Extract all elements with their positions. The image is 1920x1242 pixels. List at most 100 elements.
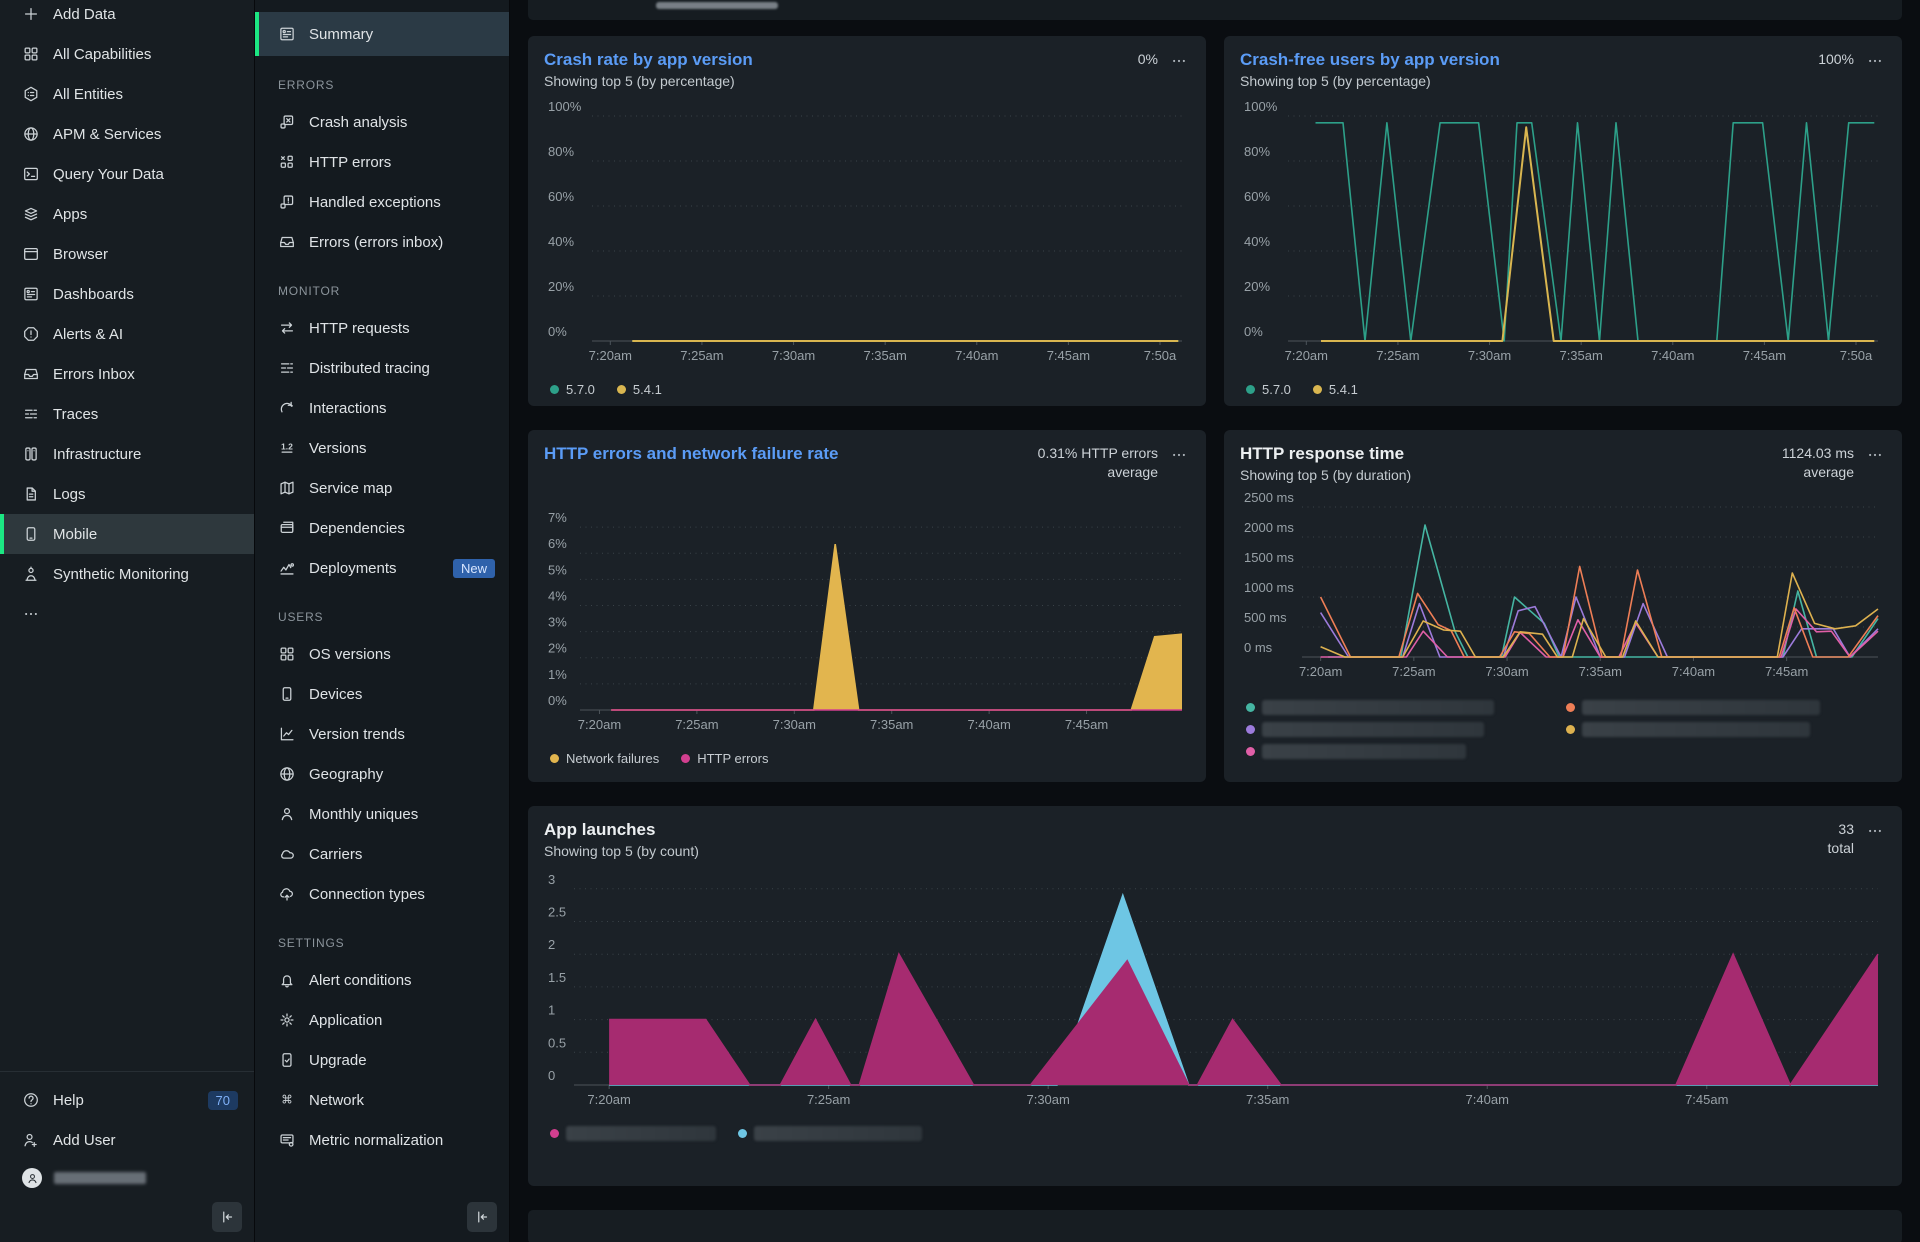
svg-text:7:20am: 7:20am <box>1299 664 1342 679</box>
legend-item[interactable]: 5.7.0 <box>550 382 595 397</box>
sidebar-item-errors-inbox[interactable]: Errors Inbox <box>0 354 254 394</box>
subnav-item-handled-exceptions[interactable]: Handled exceptions <box>255 182 509 222</box>
subnav-item-alert-conditions[interactable]: Alert conditions <box>255 960 509 1000</box>
subnav-section-settings: SETTINGS <box>278 936 345 950</box>
panel-title-crash-rate[interactable]: Crash rate by app version <box>544 50 753 70</box>
subnav-item-os-versions[interactable]: OS versions <box>255 634 509 674</box>
sidebar-item-logs[interactable]: Logs <box>0 474 254 514</box>
subnav-item-version-trends[interactable]: Version trends <box>255 714 509 754</box>
legend-item[interactable] <box>1246 744 1566 759</box>
upgrade-icon <box>278 1051 296 1069</box>
sidebar-item-add-data[interactable]: Add Data <box>0 0 254 34</box>
subnav-item-connection-types[interactable]: Connection types <box>255 874 509 914</box>
app-root: Add Data All Capabilities All Entities APM … <box>0 0 1920 1242</box>
chart-legend: Network failures HTTP errors <box>544 751 1190 766</box>
sidebar-item-traces[interactable]: Traces <box>0 394 254 434</box>
sidebar-item-dashboards[interactable]: Dashboards <box>0 274 254 314</box>
help-button[interactable]: Help 70 <box>0 1080 254 1120</box>
sidebar-item-synthetic-monitoring[interactable]: Synthetic Monitoring <box>0 554 254 594</box>
sidebar-item-label: Alerts & AI <box>53 325 124 343</box>
legend-item[interactable]: 5.4.1 <box>1312 382 1358 397</box>
panel-menu-button[interactable] <box>1864 444 1886 466</box>
subnav-item-http-errors[interactable]: HTTP errors <box>255 142 509 182</box>
svg-text:7:40am: 7:40am <box>955 348 998 363</box>
collapse-primary-sidebar-button[interactable] <box>212 1202 242 1232</box>
primary-sidebar: Add Data All Capabilities All Entities APM … <box>0 0 255 1242</box>
legend-dot <box>1566 703 1575 712</box>
sidebar-item-apm-services[interactable]: APM & Services <box>0 114 254 154</box>
legend-item[interactable]: 5.7.0 <box>1246 382 1291 397</box>
panel-menu-button[interactable] <box>1864 50 1886 72</box>
subnav-item-crash-analysis[interactable]: Crash analysis <box>255 102 509 142</box>
subnav-item-summary[interactable]: Summary <box>255 12 509 56</box>
robot-icon <box>22 565 40 583</box>
panel-header: App launches Showing top 5 (by count) 33 to… <box>544 820 1886 859</box>
sidebar-item-all-capabilities[interactable]: All Capabilities <box>0 34 254 74</box>
sidebar-item-apps[interactable]: Apps <box>0 194 254 234</box>
legend-item[interactable]: 5.4.1 <box>616 382 662 397</box>
traces-icon <box>22 405 40 423</box>
legend-item[interactable] <box>1566 700 1886 715</box>
subnav-item-label: Monthly uniques <box>309 805 419 823</box>
sidebar-item-label: Synthetic Monitoring <box>53 565 189 583</box>
subnav-item-versions[interactable]: 1.2 Versions <box>255 428 509 468</box>
subnav-item-deployments[interactable]: Deployments New <box>255 548 509 588</box>
sidebar-item-alerts-ai[interactable]: Alerts & AI <box>0 314 254 354</box>
chart-plot: 0% 20% 40% 60% 80% 100% 7:20am 7:25am 7:30am 7:35… <box>548 99 1182 363</box>
legend-item[interactable] <box>550 1126 716 1141</box>
legend-label: 5.4.1 <box>1328 382 1358 397</box>
legend-item[interactable] <box>738 1126 922 1141</box>
subnav-item-devices[interactable]: Devices <box>255 674 509 714</box>
legend-item[interactable] <box>1246 700 1566 715</box>
legend-dot <box>1246 385 1255 394</box>
legend-item[interactable] <box>1246 722 1566 737</box>
subnav-item-errors-errors-inbox[interactable]: Errors (errors inbox) <box>255 222 509 262</box>
panel-title-http-errors-rate[interactable]: HTTP errors and network failure rate <box>544 444 838 464</box>
sidebar-item-mobile[interactable]: Mobile <box>0 514 254 554</box>
legend-label-redacted <box>1262 744 1466 759</box>
panel-menu-button[interactable] <box>1168 50 1190 72</box>
sidebar-item-browser[interactable]: Browser <box>0 234 254 274</box>
svg-text:7:25am: 7:25am <box>675 717 718 732</box>
subnav-item-interactions[interactable]: Interactions <box>255 388 509 428</box>
plus-icon <box>22 5 40 23</box>
sidebar-item-query-your-data[interactable]: Query Your Data <box>0 154 254 194</box>
layers-icon <box>22 205 40 223</box>
interactions-icon <box>278 399 296 417</box>
collapse-secondary-sidebar-button[interactable] <box>467 1202 497 1232</box>
panel-menu-button[interactable] <box>1864 820 1886 842</box>
subnav-item-dependencies[interactable]: Dependencies <box>255 508 509 548</box>
subnav-item-metric-normalization[interactable]: Metric normalization <box>255 1120 509 1160</box>
sidebar-item-more[interactable] <box>0 594 254 634</box>
subnav-item-distributed-tracing[interactable]: Distributed tracing <box>255 348 509 388</box>
legend-dot <box>681 753 691 763</box>
svg-text:0.5: 0.5 <box>548 1035 566 1050</box>
legend-item[interactable]: HTTP errors <box>681 751 768 766</box>
panel-menu-button[interactable] <box>1168 444 1190 466</box>
legend-label: 5.4.1 <box>632 382 662 397</box>
panel-header-right: 33 total <box>1828 820 1886 858</box>
legend-item[interactable] <box>1566 722 1886 737</box>
sidebar-item-label: Add Data <box>53 5 116 23</box>
sidebar-item-infrastructure[interactable]: Infrastructure <box>0 434 254 474</box>
subnav-item-application[interactable]: Application <box>255 1000 509 1040</box>
person-icon <box>278 805 296 823</box>
subnav-item-monthly-uniques[interactable]: Monthly uniques <box>255 794 509 834</box>
entities-icon <box>22 85 40 103</box>
legend-item[interactable]: Network failures <box>550 751 659 766</box>
panel-title-crash-free[interactable]: Crash-free users by app version <box>1240 50 1500 70</box>
add-user-button[interactable]: Add User <box>0 1120 254 1160</box>
subnav-item-service-map[interactable]: Service map <box>255 468 509 508</box>
collapse-icon <box>473 1208 491 1226</box>
subnav-item-carriers[interactable]: Carriers <box>255 834 509 874</box>
subnav-item-http-requests[interactable]: HTTP requests <box>255 308 509 348</box>
user-menu[interactable] <box>0 1160 254 1196</box>
chart-area: 0 ms 500 ms 1000 ms 1500 ms 2000 ms 2500 ms 7:… <box>1240 489 1886 692</box>
subnav-item-label: Carriers <box>309 845 363 863</box>
subnav-item-upgrade[interactable]: Upgrade <box>255 1040 509 1080</box>
subnav-item-geography[interactable]: Geography <box>255 754 509 794</box>
subnav-item-network[interactable]: ⌘ Network <box>255 1080 509 1120</box>
svg-text:2.5: 2.5 <box>548 905 566 920</box>
svg-text:7:30am: 7:30am <box>773 717 816 732</box>
sidebar-item-all-entities[interactable]: All Entities <box>0 74 254 114</box>
